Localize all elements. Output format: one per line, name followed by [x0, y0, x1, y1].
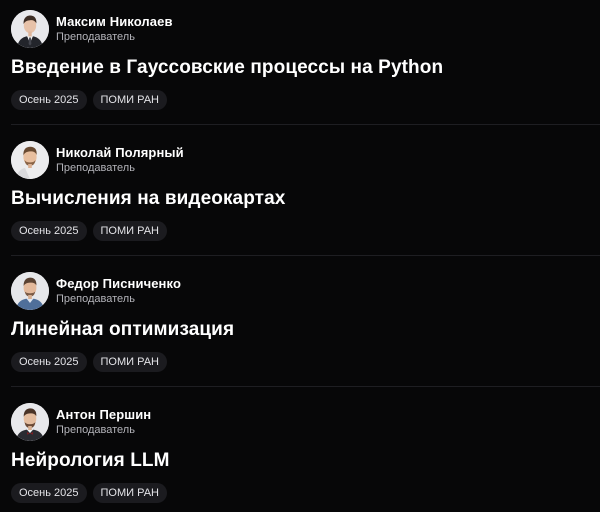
tag-list: Осень 2025 ПОМИ РАН — [11, 90, 167, 110]
organization-tag: ПОМИ РАН — [92, 483, 167, 503]
person-avatar-icon — [11, 403, 49, 441]
author-name: Антон Першин — [56, 407, 152, 422]
person-avatar-icon — [11, 141, 49, 179]
author[interactable]: Федор Писниченко Преподаватель — [11, 271, 181, 311]
divider — [11, 255, 600, 256]
course-card[interactable]: Антон Першин Преподаватель Нейрология LL… — [0, 393, 600, 512]
semester-tag: Осень 2025 — [11, 90, 87, 110]
semester-tag: Осень 2025 — [11, 221, 87, 241]
page: Максим Николаев Преподаватель Введение в… — [0, 0, 600, 512]
organization-tag: ПОМИ РАН — [92, 90, 167, 110]
author[interactable]: Антон Першин Преподаватель — [11, 402, 151, 442]
course-title[interactable]: Нейрология LLM — [11, 448, 170, 474]
author-role: Преподаватель — [56, 31, 135, 43]
tag-list: Осень 2025 ПОМИ РАН — [11, 352, 167, 372]
author-name: Максим Николаев — [56, 14, 173, 29]
course-card[interactable]: Максим Николаев Преподаватель Введение в… — [0, 0, 600, 131]
divider — [11, 124, 600, 125]
course-title[interactable]: Линейная оптимизация — [11, 317, 234, 343]
author[interactable]: Николай Полярный Преподаватель — [11, 140, 184, 180]
author-role: Преподаватель — [56, 293, 135, 305]
author-name: Николай Полярный — [56, 145, 184, 160]
course-card[interactable]: Николай Полярный Преподаватель Вычислени… — [0, 131, 600, 262]
tag-list: Осень 2025 ПОМИ РАН — [11, 483, 167, 503]
person-avatar-icon — [11, 10, 49, 48]
author[interactable]: Максим Николаев Преподаватель — [11, 9, 173, 49]
organization-tag: ПОМИ РАН — [92, 221, 167, 241]
course-list: Максим Николаев Преподаватель Введение в… — [0, 0, 600, 512]
author-role: Преподаватель — [56, 424, 135, 436]
organization-tag: ПОМИ РАН — [92, 352, 167, 372]
person-avatar-icon — [11, 272, 49, 310]
semester-tag: Осень 2025 — [11, 483, 87, 503]
course-title[interactable]: Введение в Гауссовские процессы на Pytho… — [11, 55, 443, 81]
tag-list: Осень 2025 ПОМИ РАН — [11, 221, 167, 241]
author-name: Федор Писниченко — [56, 276, 181, 291]
semester-tag: Осень 2025 — [11, 352, 87, 372]
author-role: Преподаватель — [56, 162, 135, 174]
course-title[interactable]: Вычисления на видеокартах — [11, 186, 285, 212]
divider — [11, 386, 600, 387]
course-card[interactable]: Федор Писниченко Преподаватель Линейная … — [0, 262, 600, 393]
